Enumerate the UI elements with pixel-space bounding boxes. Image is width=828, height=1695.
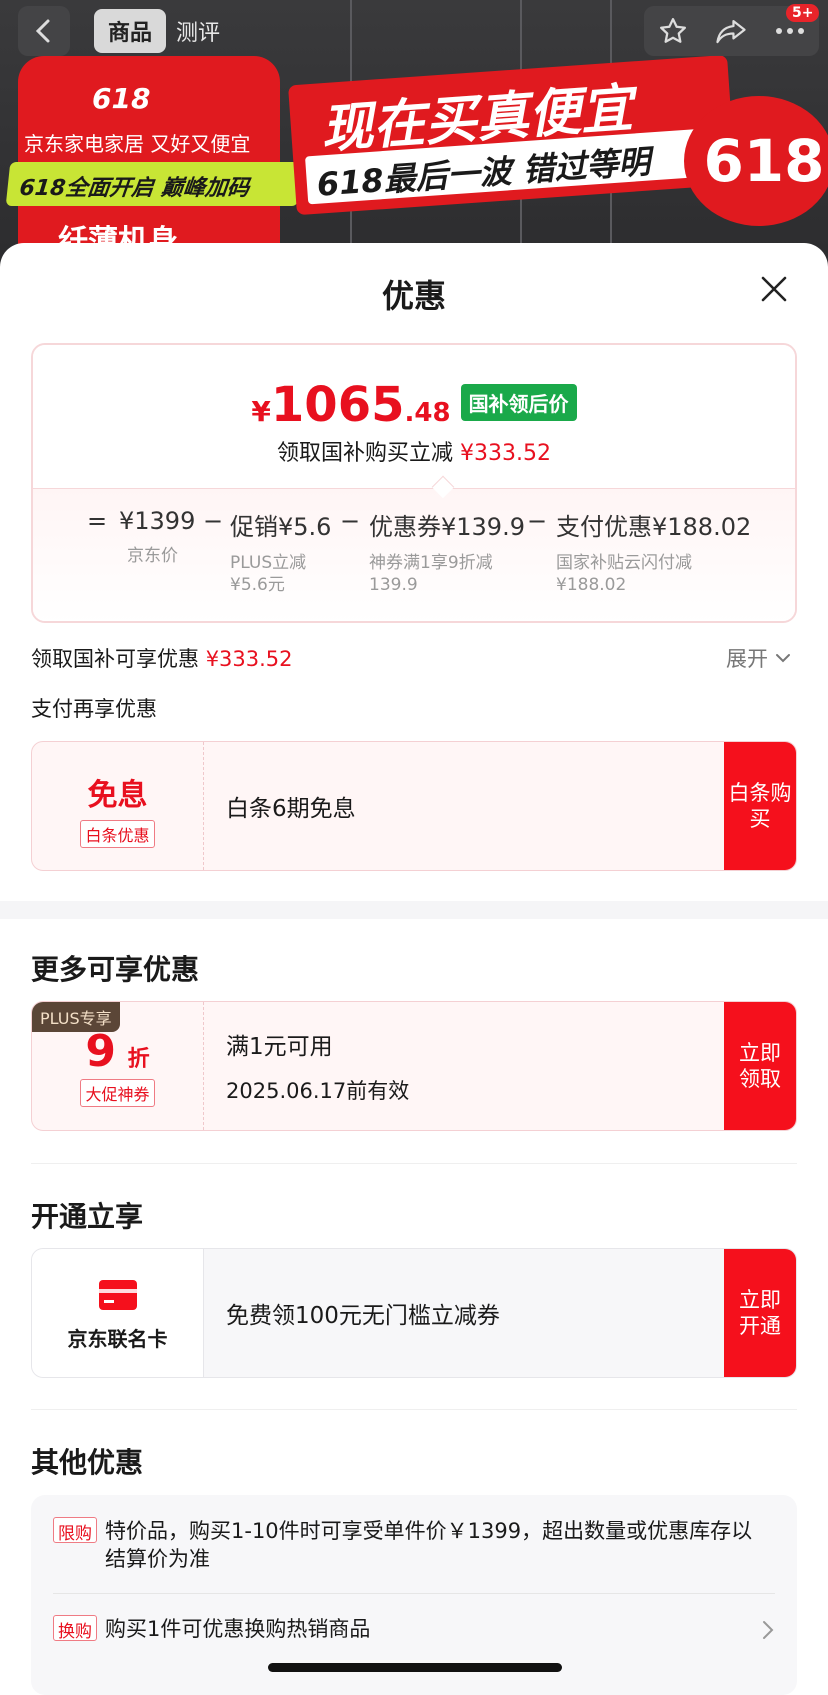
- discount-unit: 折: [127, 1047, 150, 1072]
- message-badge: 5+: [786, 4, 820, 22]
- formula-value: ¥1399: [119, 507, 196, 535]
- product-banner: 618 京东家电家居 又好又便宜 618全面开启 巅峰加码 纤薄机身 现在买真便…: [0, 0, 828, 270]
- coupon-tag: 大促神券: [80, 1079, 155, 1107]
- claim-coupon-button[interactable]: 立即领取: [724, 1002, 796, 1130]
- divider: [31, 1163, 797, 1164]
- gov-subsidy-line: 领取国补可享优惠 ¥333.52: [31, 643, 293, 673]
- plus-coupon: PLUS专享 9 折 大促神券 满1元可用 2025.06.17前有效 立即领取: [31, 1001, 797, 1131]
- back-button[interactable]: [18, 6, 70, 56]
- credit-card-icon: [98, 1280, 137, 1310]
- top-tabs: 商品 测评: [94, 6, 244, 56]
- formula-desc: PLUS立减: [230, 553, 307, 573]
- coupon-left: PLUS专享 9 折 大促神券: [32, 1002, 204, 1130]
- card-name: 京东联名卡: [67, 1327, 168, 1351]
- exchange-row[interactable]: 换购 购买1件可优惠换购热销商品: [53, 1615, 775, 1643]
- promo-line2: 618全面开启 巅峰加码: [5, 162, 303, 206]
- price-decimal: .48: [404, 398, 451, 428]
- row-text: 特价品，购买1-10件时可享受单件价￥1399，超出数量或优惠库存以结算价为准: [105, 1519, 753, 1571]
- formula-desc2: 139.9: [369, 575, 418, 595]
- minus-sign: −: [527, 507, 548, 535]
- formula-desc: 神券满1享9折减: [369, 553, 493, 573]
- limit-purchase-row: 限购 特价品，购买1-10件时可享受单件价￥1399，超出数量或优惠库存以结算价…: [53, 1517, 769, 1573]
- logo-618: 618: [92, 82, 151, 115]
- save-text: 领取国补购买立减: [277, 441, 454, 466]
- pay-title: 支付再享优惠: [31, 697, 157, 721]
- formula-value: 优惠券¥139.9: [369, 513, 525, 541]
- formula-item-coupon: 优惠券¥139.9 神券满1享9折减 139.9: [369, 507, 525, 596]
- section-divider: [0, 901, 828, 919]
- tab-review[interactable]: 测评: [176, 15, 220, 47]
- save-line: 领取国补购买立减 ¥333.52: [33, 435, 795, 467]
- promo-right-panel: 现在买真便宜 618最后一波 错过等明: [288, 54, 736, 216]
- formula-desc2: ¥5.6元: [230, 575, 285, 595]
- more-icon[interactable]: [774, 26, 806, 36]
- price-formula: = ¥1399 京东价 − 促销¥5.6 PLUS立减 ¥5.6元 − 优惠券¥…: [33, 507, 795, 617]
- home-indicator: [268, 1663, 562, 1672]
- save-amount: ¥333.52: [460, 441, 551, 466]
- formula-desc2: ¥188.02: [556, 575, 627, 595]
- discount-value: 9 折: [32, 1026, 203, 1077]
- gov-amount: ¥333.52: [205, 647, 293, 671]
- coupon-big: 免息: [87, 778, 148, 813]
- more-title: 更多可享优惠: [31, 953, 200, 986]
- equals-sign: =: [87, 507, 108, 535]
- baitiao-buy-button[interactable]: 白条购买: [724, 742, 796, 870]
- chevron-right-icon: [763, 1621, 774, 1639]
- gov-text: 领取国补可享优惠: [31, 647, 199, 671]
- promo-618-circle: 618: [684, 96, 828, 226]
- other-title: 其他优惠: [31, 1446, 144, 1479]
- formula-item-payment: 支付优惠¥188.02 国家补贴云闪付减 ¥188.02: [556, 507, 751, 596]
- formula-value: 支付优惠¥188.02: [556, 513, 752, 541]
- minus-sign: −: [340, 507, 361, 535]
- formula-item-promo: 促销¥5.6 PLUS立减 ¥5.6元: [230, 507, 331, 596]
- star-icon[interactable]: [658, 16, 688, 46]
- close-icon[interactable]: [756, 271, 792, 307]
- row-tag: 换购: [53, 1615, 97, 1642]
- open-title: 开通立享: [31, 1200, 144, 1233]
- plus-tag: PLUS专享: [32, 1002, 120, 1032]
- coupon-left: 免息 白条优惠: [32, 742, 204, 870]
- expand-label: 展开: [726, 647, 768, 671]
- formula-desc: 京东价: [127, 546, 178, 566]
- share-icon[interactable]: [715, 16, 747, 46]
- open-card-button[interactable]: 立即开通: [724, 1249, 796, 1377]
- expand-button[interactable]: 展开: [726, 643, 794, 673]
- promo-line1: 京东家电家居 又好又便宜: [24, 132, 251, 156]
- card-offer-text: 免费领100元无门槛立减券: [226, 1303, 500, 1329]
- row-divider: [53, 1593, 775, 1594]
- row-text: 购买1件可优惠换购热销商品: [105, 1617, 371, 1641]
- chevron-left-icon: [35, 19, 50, 43]
- formula-value: 促销¥5.6: [230, 513, 332, 541]
- discount-number: 9: [85, 1026, 117, 1077]
- price-integer: 1065: [270, 377, 405, 433]
- sheet-title: 优惠: [381, 277, 446, 315]
- price-breakdown-card: ¥ 1065 .48 国补领后价 领取国补购买立减 ¥333.52 = ¥139…: [31, 343, 797, 623]
- coupon-tag: 白条优惠: [80, 820, 155, 848]
- chevron-down-icon: [776, 654, 790, 663]
- formula-item-jd-price: ¥1399 京东价: [119, 507, 195, 567]
- discount-sheet: 优惠 ¥ 1065 .48 国补领后价 领取国补购买立减 ¥333.52 = ¥…: [0, 243, 828, 1695]
- jd-card-offer: 京东联名卡 免费领100元无门槛立减券 立即开通: [31, 1248, 797, 1378]
- promo-left-panel: 618 京东家电家居 又好又便宜 618全面开启 巅峰加码 纤薄机身: [5, 56, 303, 270]
- price-tag: 国补领后价: [460, 384, 577, 421]
- formula-desc: 国家补贴云闪付减: [556, 553, 692, 573]
- minus-sign: −: [203, 507, 224, 535]
- final-price: ¥ 1065 .48 国补领后价: [33, 377, 795, 433]
- coupon-condition: 满1元可用: [226, 1034, 333, 1060]
- divider: [31, 1409, 797, 1410]
- coupon-text: 白条6期免息: [226, 796, 356, 822]
- row-tag: 限购: [53, 1517, 97, 1544]
- card-left: 京东联名卡: [32, 1249, 204, 1377]
- price-currency: ¥: [251, 395, 271, 428]
- tab-product[interactable]: 商品: [94, 9, 167, 53]
- baitiao-coupon: 免息 白条优惠 白条6期免息 白条购买: [31, 741, 797, 871]
- coupon-expiry: 2025.06.17前有效: [226, 1079, 410, 1103]
